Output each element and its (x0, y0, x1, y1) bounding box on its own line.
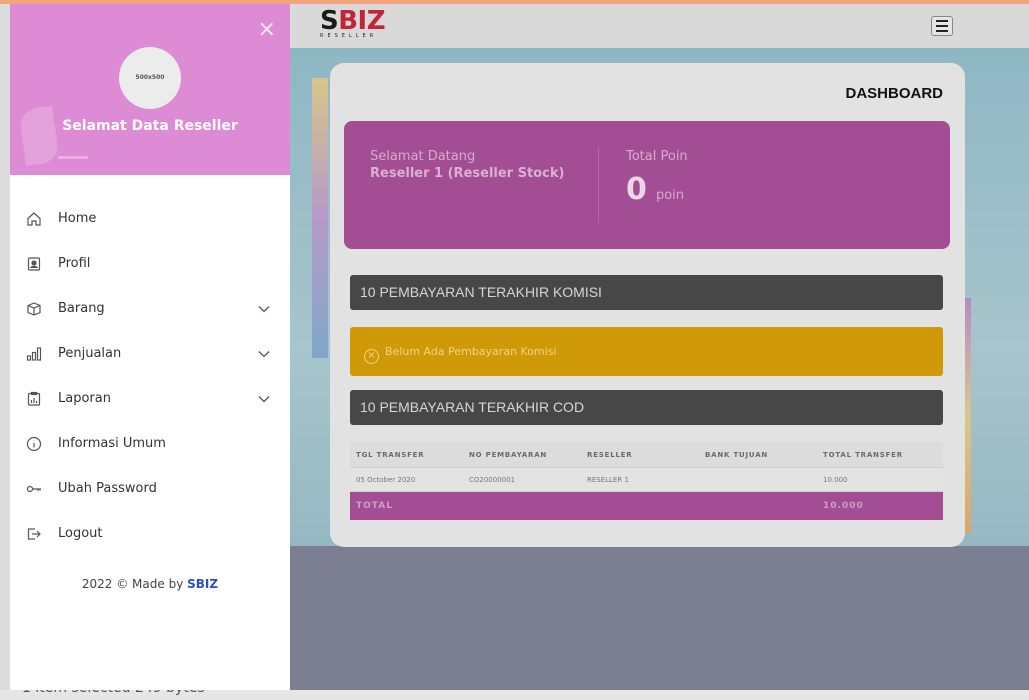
sidebar: × 500x500 Selamat Data Reseller Home Pro… (10, 4, 290, 690)
table-row: 05 October 2020 CO20000001 RESELLER 1 10… (350, 468, 943, 492)
chevron-down-icon[interactable] (258, 392, 270, 407)
sidebar-item-label: Barang (58, 301, 105, 316)
total-value: 10.000 (823, 501, 864, 511)
sidebar-title: Selamat Data Reseller (62, 118, 238, 134)
sidebar-item-label: Logout (58, 526, 103, 541)
chevron-down-icon[interactable] (258, 347, 270, 362)
welcome-divider (598, 147, 599, 223)
sidebar-item-label: Profil (58, 256, 91, 271)
column-header[interactable]: BANK TUJUAN (705, 451, 823, 459)
welcome-panel: Selamat Datang Reseller 1 (Reseller Stoc… (344, 121, 950, 249)
column-header[interactable]: RESELLER (587, 451, 705, 459)
table-cell: 05 October 2020 (356, 475, 416, 484)
sidebar-footer: 2022 © Made by SBIZ (10, 577, 290, 591)
table-cell: CO20000001 (469, 475, 516, 484)
sidebar-item-laporan[interactable]: Laporan (10, 376, 290, 421)
points-unit: poin (655, 188, 685, 203)
sidebar-menu: Home Profil Barang Penjualan Laporan Inf… (10, 196, 290, 556)
sidebar-item-label: Ubah Password (58, 481, 157, 496)
close-icon[interactable]: × (258, 19, 276, 41)
bar-chart-icon (26, 346, 42, 362)
chevron-down-icon[interactable] (258, 302, 270, 317)
hamburger-line (936, 30, 948, 32)
logo-biz: BIZ (338, 6, 386, 36)
column-header[interactable]: TOTAL TRANSFER (823, 451, 943, 459)
footer-brand-link[interactable]: SBIZ (187, 577, 218, 591)
overlay-lower-area (290, 546, 1029, 690)
box-icon (26, 301, 42, 317)
points-label: Total Poin (626, 149, 688, 164)
table-cell: RESELLER 1 (587, 475, 629, 484)
table-total-row: TOTAL 10.000 (350, 492, 943, 520)
profile-card-icon (26, 256, 42, 272)
sidebar-item-label: Informasi Umum (58, 436, 166, 451)
home-icon (26, 211, 42, 227)
report-icon (26, 391, 42, 407)
decor-leaf (18, 105, 60, 167)
komisi-empty-alert: × Belum Ada Pembayaran Komisi (350, 327, 943, 376)
sidebar-item-label: Laporan (58, 391, 111, 406)
cod-table: TGL TRANSFER NO PEMBAYARAN RESELLER BANK… (350, 442, 943, 520)
cod-section-header: 10 PEMBAYARAN TERAKHIR COD (350, 390, 943, 425)
table-cell: 10.000 (823, 475, 848, 484)
column-header[interactable]: NO PEMBAYARAN (469, 451, 587, 459)
sidebar-item-label: Home (58, 211, 97, 226)
banner-decor-left (312, 78, 328, 358)
info-icon (26, 436, 42, 452)
points-value: 0 (626, 172, 647, 207)
logo-s: S (320, 6, 339, 36)
key-icon (26, 481, 42, 497)
close-circle-icon: × (364, 349, 379, 364)
sidebar-header: × 500x500 Selamat Data Reseller (10, 4, 290, 175)
sidebar-item-logout[interactable]: Logout (10, 511, 290, 556)
logout-icon (26, 526, 42, 542)
komisi-empty-text: Belum Ada Pembayaran Komisi (385, 345, 557, 358)
logo-subtitle: RESELLER (320, 33, 378, 39)
table-header-row: TGL TRANSFER NO PEMBAYARAN RESELLER BANK… (350, 442, 943, 468)
welcome-name: Reseller 1 (Reseller Stock) (370, 166, 565, 181)
sidebar-item-home[interactable]: Home (10, 196, 290, 241)
hamburger-line (936, 25, 948, 27)
hamburger-line (936, 20, 948, 22)
avatar: 500x500 (119, 47, 181, 109)
sbiz-logo[interactable]: SBIZ RESELLER (320, 6, 386, 39)
sidebar-item-ubah-password[interactable]: Ubah Password (10, 466, 290, 511)
column-header[interactable]: TGL TRANSFER (350, 451, 469, 459)
footer-text: 2022 © Made by (81, 577, 184, 591)
dashboard-card: DASHBOARD Selamat Datang Reseller 1 (Res… (330, 63, 965, 547)
top-header: SBIZ RESELLER (290, 4, 1029, 48)
sidebar-item-informasi-umum[interactable]: Informasi Umum (10, 421, 290, 466)
hamburger-menu-button[interactable] (931, 16, 953, 36)
page-title: DASHBOARD (845, 85, 944, 102)
welcome-label: Selamat Datang (370, 149, 476, 164)
sidebar-item-barang[interactable]: Barang (10, 286, 290, 331)
sidebar-item-profil[interactable]: Profil (10, 241, 290, 286)
decor-line (58, 156, 88, 159)
sidebar-item-label: Penjualan (58, 346, 122, 361)
total-label: TOTAL (356, 501, 393, 511)
komisi-section-header: 10 PEMBAYARAN TERAKHIR KOMISI (350, 275, 943, 310)
sidebar-item-penjualan[interactable]: Penjualan (10, 331, 290, 376)
